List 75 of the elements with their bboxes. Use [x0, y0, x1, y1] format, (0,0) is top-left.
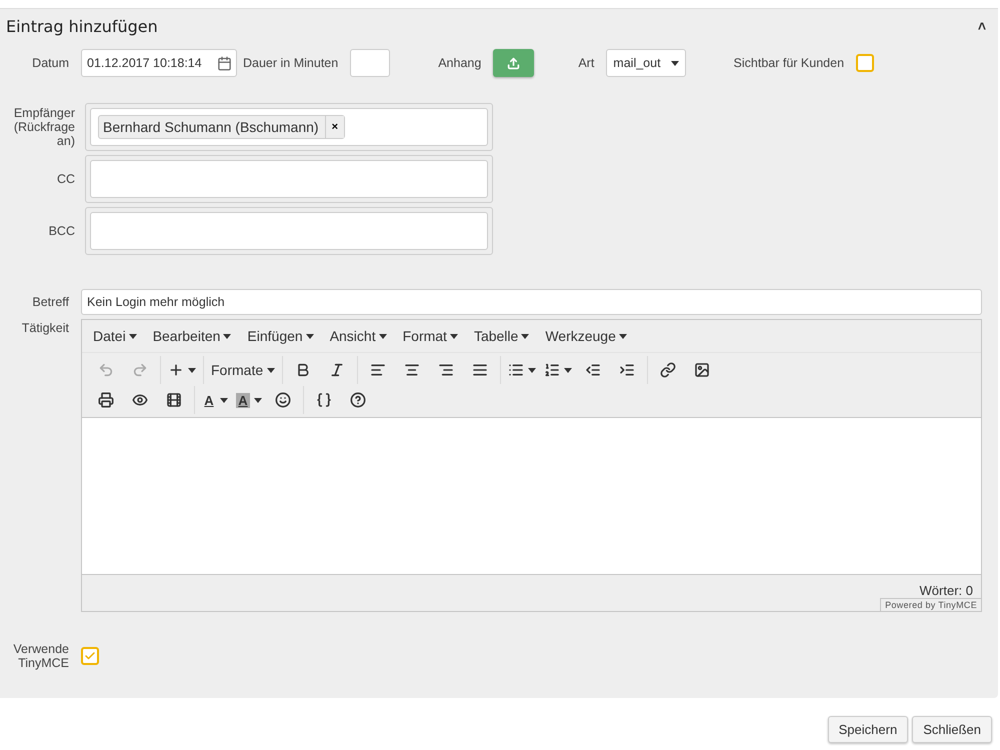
close-button[interactable]: Schließen: [912, 716, 992, 743]
upload-icon: [507, 56, 520, 70]
branding-text: Powered by TinyMCE: [880, 598, 981, 611]
redo-icon: [132, 362, 148, 378]
date-field[interactable]: 01.12.2017 10:18:14: [81, 49, 237, 77]
save-button[interactable]: Speichern: [828, 716, 908, 743]
check-icon: [84, 650, 96, 662]
print-icon: [98, 392, 114, 408]
align-right-icon: [438, 362, 454, 378]
menu-item[interactable]: Format: [396, 324, 465, 348]
caret-icon: [306, 334, 314, 338]
help-icon: [350, 392, 366, 408]
panel-title: Eintrag hinzufügen: [6, 16, 158, 36]
insert-icon: [168, 362, 184, 378]
align-center-icon: [404, 362, 420, 378]
menu-item[interactable]: Tabelle: [466, 324, 536, 348]
undo-icon: [98, 362, 114, 378]
caret-icon: [521, 334, 530, 338]
subject-field[interactable]: Kein Login mehr möglich: [81, 289, 982, 315]
upload-button[interactable]: [493, 49, 534, 77]
indent-icon: [619, 362, 636, 378]
recipient-label: BCC: [48, 224, 75, 238]
numbered-list-icon: [544, 362, 560, 378]
subject-label: Betreff: [31, 295, 69, 309]
menu-item[interactable]: Bearbeiten: [146, 324, 238, 348]
caret-icon: [378, 334, 387, 338]
recipient-label: CC: [56, 172, 75, 186]
use-tinymce-checkbox[interactable]: [81, 647, 99, 665]
collapse-button[interactable]: ˄: [974, 18, 990, 34]
type-select[interactable]: mail_out: [606, 49, 686, 77]
outdent-icon: [585, 362, 602, 378]
activity-label: Tätigkeit: [20, 320, 69, 335]
caret-icon: [564, 368, 572, 372]
image-icon: [694, 362, 710, 378]
word-count: Wörter: 0: [920, 584, 974, 598]
duration-label: Dauer in Minuten: [243, 56, 338, 70]
formats-dropdown[interactable]: Formate: [207, 356, 280, 384]
recipient-name: Bernhard Schumann (Bschumann): [102, 118, 320, 137]
background-color-button[interactable]: A: [232, 386, 266, 414]
caret-icon: [188, 368, 196, 372]
text-color-button[interactable]: A: [198, 386, 232, 414]
duration-field[interactable]: [350, 49, 390, 77]
emoji-icon: [275, 392, 291, 408]
align-left-icon: [370, 362, 386, 378]
menu-item[interactable]: Werkzeuge: [538, 324, 634, 348]
date-label: Datum: [31, 56, 69, 70]
attachment-label: Anhang: [438, 56, 482, 70]
caret-icon: [528, 368, 536, 372]
visible-checkbox[interactable]: [856, 54, 874, 72]
menu-item[interactable]: Ansicht: [322, 324, 394, 348]
type-label: Art: [578, 56, 594, 70]
visible-label: Sichtbar für Kunden: [734, 56, 844, 70]
link-icon: [660, 362, 676, 378]
preview-icon: [132, 392, 148, 408]
code-icon: [316, 392, 332, 408]
caret-icon: [618, 334, 627, 338]
media-icon: [166, 392, 182, 408]
caret-icon: [223, 334, 232, 338]
italic-icon: [329, 362, 346, 378]
bold-icon: [295, 362, 312, 378]
justify-icon: [472, 362, 488, 378]
caret-icon: [220, 398, 228, 402]
bullet-list-icon: [508, 362, 524, 378]
caret-icon: [450, 334, 458, 338]
use-tinymce-label: Verwende TinyMCE: [12, 642, 69, 670]
remove-tag-button[interactable]: ×: [324, 116, 344, 138]
caret-icon: [128, 334, 137, 338]
caret-icon: [670, 60, 679, 66]
recipient-label: Empfänger (Rückfrage an): [12, 106, 75, 148]
calendar-icon: [217, 56, 232, 70]
caret-icon: [267, 368, 276, 372]
caret-icon: [254, 398, 262, 402]
recipient-field[interactable]: Bernhard Schumann (Bschumann) ×: [90, 108, 488, 146]
menu-item[interactable]: Einfügen: [240, 324, 321, 348]
menu-item[interactable]: Datei: [86, 324, 144, 348]
